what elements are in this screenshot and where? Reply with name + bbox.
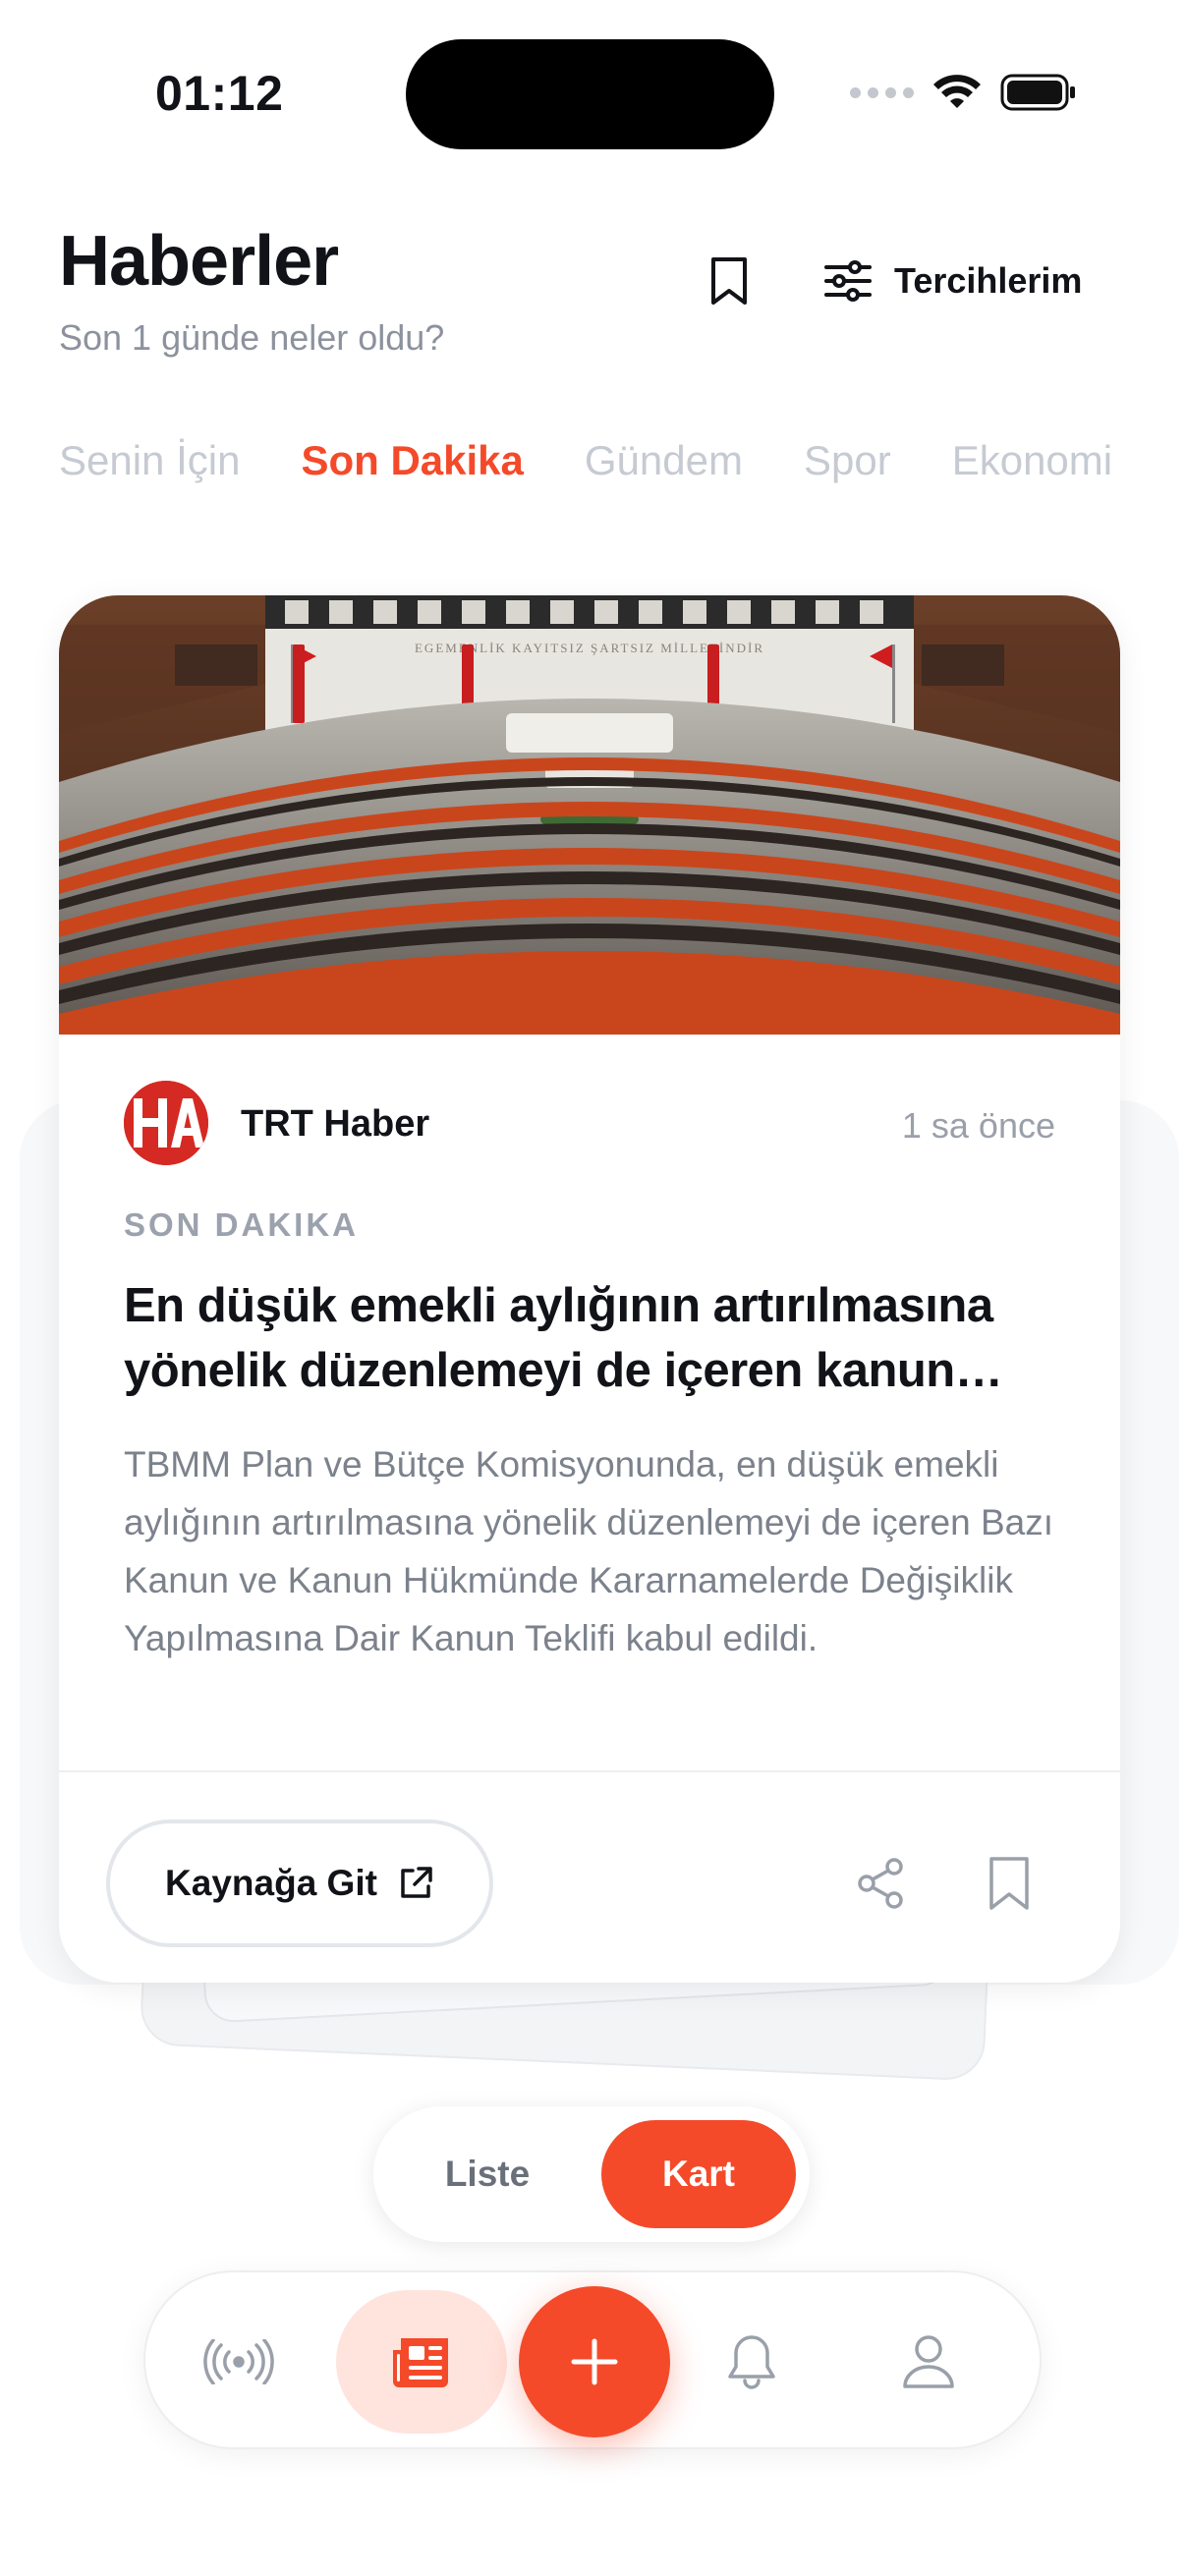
battery-icon bbox=[1000, 74, 1075, 111]
external-link-icon bbox=[401, 1867, 432, 1898]
wifi-icon bbox=[933, 75, 981, 108]
news-headline[interactable]: En düşük emekli aylığının artırılmasına … bbox=[124, 1273, 1067, 1403]
share-icon[interactable] bbox=[855, 1857, 908, 1910]
nav-live-button[interactable] bbox=[165, 2290, 312, 2434]
news-summary: TBMM Plan ve Bütçe Komisyonunda, en düşü… bbox=[124, 1444, 1054, 1658]
card-divider bbox=[59, 1770, 1120, 1772]
bookmark-icon bbox=[711, 257, 747, 305]
nav-profile-button[interactable] bbox=[855, 2290, 1002, 2434]
tab-son-dakika[interactable]: Son Dakika bbox=[301, 437, 523, 484]
go-to-source-button[interactable]: Kaynağa Git bbox=[106, 1820, 493, 1947]
trt-haber-logo-icon bbox=[124, 1081, 208, 1165]
news-category: SON DAKIKA bbox=[124, 1206, 360, 1243]
user-icon bbox=[903, 2335, 954, 2388]
view-card-option[interactable]: Kart bbox=[601, 2120, 796, 2228]
tab-ekonomi[interactable]: Ekonomi bbox=[952, 437, 1112, 484]
bottom-nav bbox=[143, 2270, 1042, 2449]
news-card[interactable]: EGEMENLİK KAYITSIZ ŞARTSIZ MİLLETİNDİR T… bbox=[59, 595, 1120, 1983]
broadcast-icon bbox=[203, 2339, 274, 2384]
view-toggle: Liste Kart bbox=[373, 2106, 810, 2242]
source-logo bbox=[124, 1081, 208, 1165]
preferences-label: Tercihlerim bbox=[894, 260, 1083, 301]
tab-senin-icin[interactable]: Senin İçin bbox=[59, 437, 240, 484]
page-title: Haberler bbox=[59, 222, 339, 301]
parliament-photo: EGEMENLİK KAYITSIZ ŞARTSIZ MİLLETİNDİR bbox=[59, 595, 1120, 1035]
plus-icon bbox=[571, 2338, 618, 2385]
status-icons bbox=[850, 73, 1077, 112]
nav-notifications-button[interactable] bbox=[678, 2290, 825, 2434]
view-list-option[interactable]: Liste bbox=[387, 2120, 588, 2228]
nav-news-button[interactable] bbox=[336, 2290, 507, 2434]
news-image: EGEMENLİK KAYITSIZ ŞARTSIZ MİLLETİNDİR bbox=[59, 595, 1120, 1035]
go-to-source-label: Kaynağa Git bbox=[165, 1863, 377, 1903]
dynamic-island bbox=[406, 39, 774, 149]
nav-add-button[interactable] bbox=[519, 2286, 670, 2437]
signal-icon bbox=[850, 86, 914, 98]
sliders-icon bbox=[824, 260, 872, 302]
status-time: 01:12 bbox=[155, 66, 284, 121]
preferences-button[interactable]: Tercihlerim bbox=[823, 252, 1082, 310]
newspaper-icon bbox=[393, 2338, 448, 2387]
saved-bookmark-button[interactable] bbox=[704, 252, 755, 310]
tab-spor[interactable]: Spor bbox=[804, 437, 891, 484]
page-subtitle: Son 1 günde neler oldu? bbox=[59, 317, 445, 358]
card-bookmark-icon[interactable] bbox=[987, 1855, 1032, 1912]
tab-gundem[interactable]: Gündem bbox=[585, 437, 743, 484]
source-name: TRT Haber bbox=[241, 1103, 430, 1145]
bell-icon bbox=[728, 2335, 775, 2389]
published-time: 1 sa önce bbox=[901, 1105, 1055, 1146]
category-tabs: Senin İçin Son Dakika Gündem Spor Ekonom… bbox=[59, 437, 1112, 484]
